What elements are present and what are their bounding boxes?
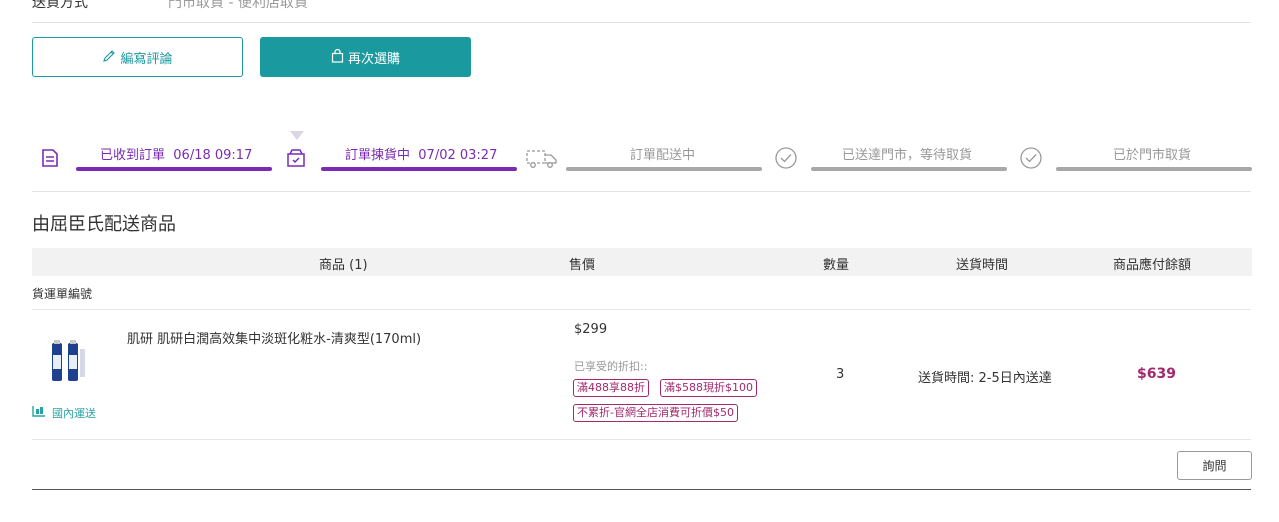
step-bar-order-delivering [566,167,762,171]
product-quantity: 3 [836,367,845,382]
step-bar-arrived-store [811,167,1007,171]
domestic-shipping: 國內運送 [32,404,96,421]
amount-due: $639 [1137,366,1176,382]
divider [32,489,1251,490]
step-order-delivering: 訂單配送中 [630,148,696,163]
delivery-method-row: 送貨方式 門市取貨 - 便利店取貨 [32,0,308,12]
col-product: 商品 (1) [319,258,368,273]
divider [32,191,1251,192]
check-circle-icon [774,146,798,170]
pencil-icon [102,49,116,66]
discount-label: 已享受的折扣:: [574,360,648,373]
product-name[interactable]: 肌研 肌研白潤高效集中淡斑化粧水-清爽型(170ml) [127,328,421,347]
delivery-method-value: 門市取貨 - 便利店取貨 [168,0,308,11]
col-amount: 商品應付餘額 [1113,258,1192,273]
buy-again-button[interactable]: 再次選購 [260,37,471,77]
discount-tag: 滿488享88折 [573,379,649,397]
delivery-time: 送貨時間: 2-5日內送達 [918,371,1052,386]
discount-tag: 不累折-官網全店消費可折價$50 [573,404,738,422]
col-qty: 數量 [823,258,850,273]
step-order-picking: 訂單揀貨中 07/02 03:27 [345,148,498,163]
domestic-shipping-label: 國內運送 [52,406,96,420]
col-price: 售價 [569,258,596,273]
delivery-truck-icon [525,146,559,170]
box-check-icon [284,146,308,170]
step-arrived-store: 已送達門市，等待取貨 [842,148,973,163]
shipping-icon [32,404,46,421]
step-order-received: 已收到訂單 06/18 09:17 [100,148,253,163]
shopping-bag-icon [331,48,344,66]
section-title: 由屈臣氏配送商品 [32,214,176,235]
divider [32,309,1251,310]
step-bar-order-picking [321,167,517,171]
divider [32,22,1251,23]
discount-tag: 滿$588現折$100 [660,379,757,397]
inquiry-button[interactable]: 詢問 [1177,451,1252,480]
col-delivery: 送貨時間 [956,258,1009,273]
tracking-number-label: 貨運單編號 [32,287,93,301]
step-bar-picked-up [1056,167,1252,171]
step-picked-up: 已於門市取貨 [1113,148,1192,163]
write-review-label: 編寫評論 [120,50,173,66]
buy-again-label: 再次選購 [347,50,400,66]
order-received-icon [38,146,62,170]
write-review-button[interactable]: 編寫評論 [32,37,243,77]
product-price: $299 [574,322,608,337]
check-circle-icon [1019,146,1043,170]
table-header: 商品 (1) 售價 數量 送貨時間 商品應付餘額 [32,248,1252,276]
product-image[interactable] [50,339,86,383]
delivery-method-label: 送貨方式 [32,0,88,11]
divider [32,439,1251,440]
order-progress: 已收到訂單 06/18 09:17 訂單揀貨中 07/02 03:27 訂單配送… [32,138,1252,178]
step-bar-order-received [76,167,272,171]
